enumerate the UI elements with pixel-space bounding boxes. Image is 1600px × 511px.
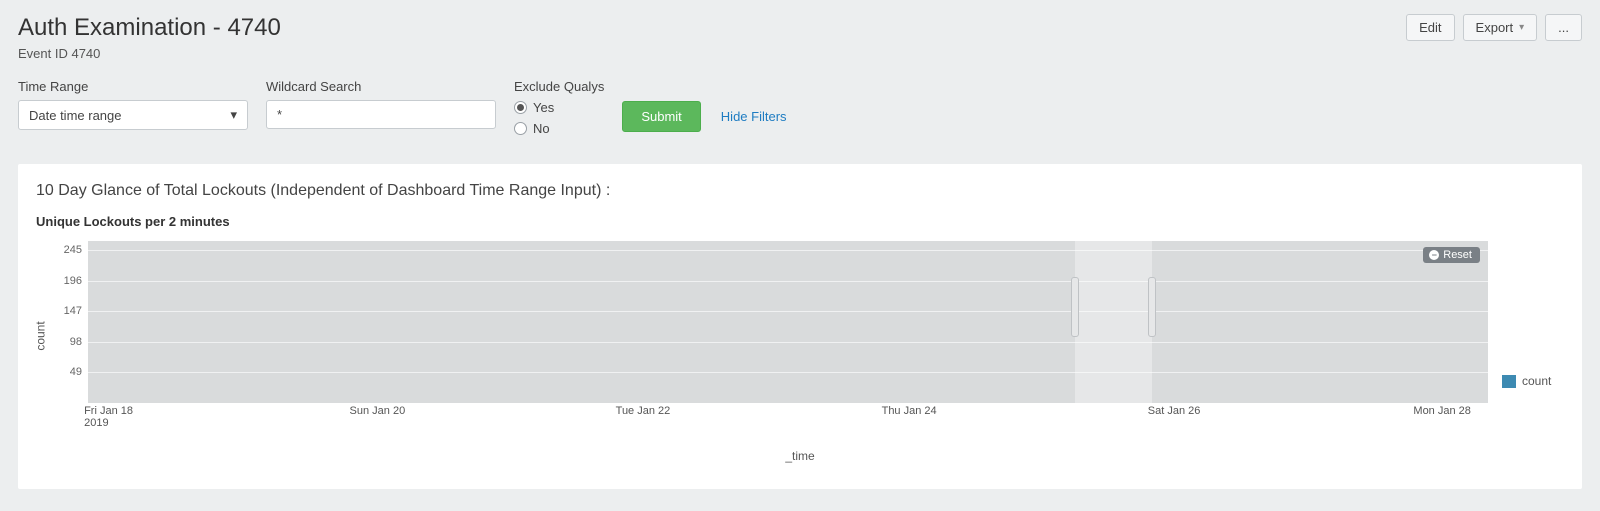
legend-label: count xyxy=(1522,374,1551,388)
chart-area[interactable]: 49 98 147 196 245 − Reset Fri Jan 182019 Sun … xyxy=(50,241,1488,431)
exclude-qualys-label: Exclude Qualys xyxy=(514,79,604,94)
submit-button[interactable]: Submit xyxy=(622,101,700,132)
y-tick: 147 xyxy=(64,305,82,317)
x-tick: Sun Jan 20 xyxy=(350,405,406,417)
x-tick: Sat Jan 26 xyxy=(1148,405,1201,417)
hide-filters-link[interactable]: Hide Filters xyxy=(721,109,787,124)
export-button-label: Export xyxy=(1476,20,1514,35)
y-tick: 98 xyxy=(70,336,82,348)
radio-unselected-icon xyxy=(514,122,527,135)
edit-button[interactable]: Edit xyxy=(1406,14,1454,41)
x-tick: Tue Jan 22 xyxy=(616,405,671,417)
selection-handle-right[interactable] xyxy=(1148,277,1156,337)
page-title: Auth Examination - 4740 xyxy=(18,14,1406,42)
radio-label-no: No xyxy=(533,121,550,136)
x-axis-label: _time xyxy=(32,449,1568,463)
reset-icon: − xyxy=(1429,250,1439,260)
y-tick: 245 xyxy=(64,244,82,256)
time-range-label: Time Range xyxy=(18,79,248,94)
y-tick: 196 xyxy=(64,275,82,287)
chevron-down-icon: ▾ xyxy=(230,107,237,123)
x-tick: Thu Jan 24 xyxy=(882,405,937,417)
wildcard-search-label: Wildcard Search xyxy=(266,79,496,94)
time-range-value: Date time range xyxy=(29,108,122,123)
exclude-qualys-no-radio[interactable]: No xyxy=(514,121,604,136)
selection-handle-left[interactable] xyxy=(1071,277,1079,337)
x-tick: Mon Jan 28 xyxy=(1413,405,1470,417)
time-range-dropdown[interactable]: Date time range ▾ xyxy=(18,100,248,130)
more-actions-button[interactable]: ... xyxy=(1545,14,1582,41)
page-subtitle: Event ID 4740 xyxy=(18,46,1406,61)
export-button[interactable]: Export ▾ xyxy=(1463,14,1538,41)
y-tick: 49 xyxy=(70,366,82,378)
panel-title: 10 Day Glance of Total Lockouts (Indepen… xyxy=(36,182,1568,200)
radio-selected-icon xyxy=(514,101,527,114)
wildcard-search-input[interactable] xyxy=(266,100,496,129)
reset-zoom-button[interactable]: − Reset xyxy=(1423,247,1480,263)
x-tick: Fri Jan 182019 xyxy=(84,405,133,429)
legend: count xyxy=(1488,241,1568,431)
reset-label: Reset xyxy=(1443,249,1472,261)
radio-label-yes: Yes xyxy=(533,100,554,115)
exclude-qualys-yes-radio[interactable]: Yes xyxy=(514,100,604,115)
y-axis-label: count xyxy=(32,241,50,431)
panel-subtitle: Unique Lockouts per 2 minutes xyxy=(36,214,1568,229)
chevron-down-icon: ▾ xyxy=(1519,22,1524,33)
legend-color-swatch xyxy=(1502,375,1516,388)
